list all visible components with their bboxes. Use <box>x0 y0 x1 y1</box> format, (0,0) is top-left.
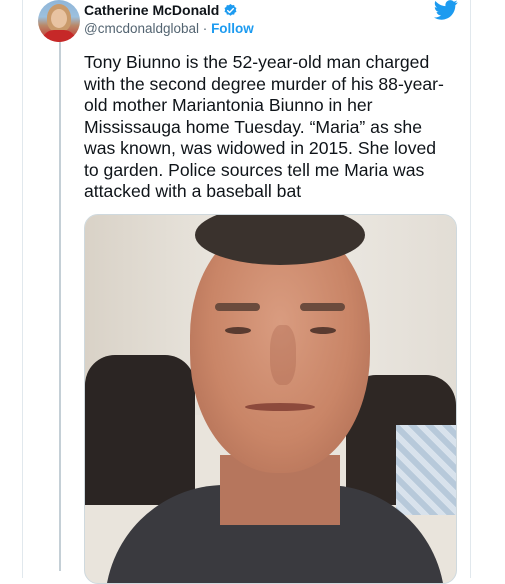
author-handle[interactable]: @cmcdonaldglobal <box>84 21 199 36</box>
follow-button[interactable]: Follow <box>211 21 254 36</box>
twitter-bird-icon[interactable] <box>434 0 458 20</box>
separator-dot: · <box>202 21 208 36</box>
avatar[interactable] <box>38 0 80 42</box>
author-name-row[interactable]: Catherine McDonald <box>84 2 238 18</box>
author-name[interactable]: Catherine McDonald <box>84 2 219 18</box>
author-handle-row: @cmcdonaldglobal · Follow <box>84 21 254 36</box>
tweet-photo[interactable] <box>84 214 457 584</box>
verified-badge-icon <box>224 3 237 16</box>
tweet-text: Tony Biunno is the 52-year-old man charg… <box>84 52 444 201</box>
thread-line <box>59 42 61 571</box>
